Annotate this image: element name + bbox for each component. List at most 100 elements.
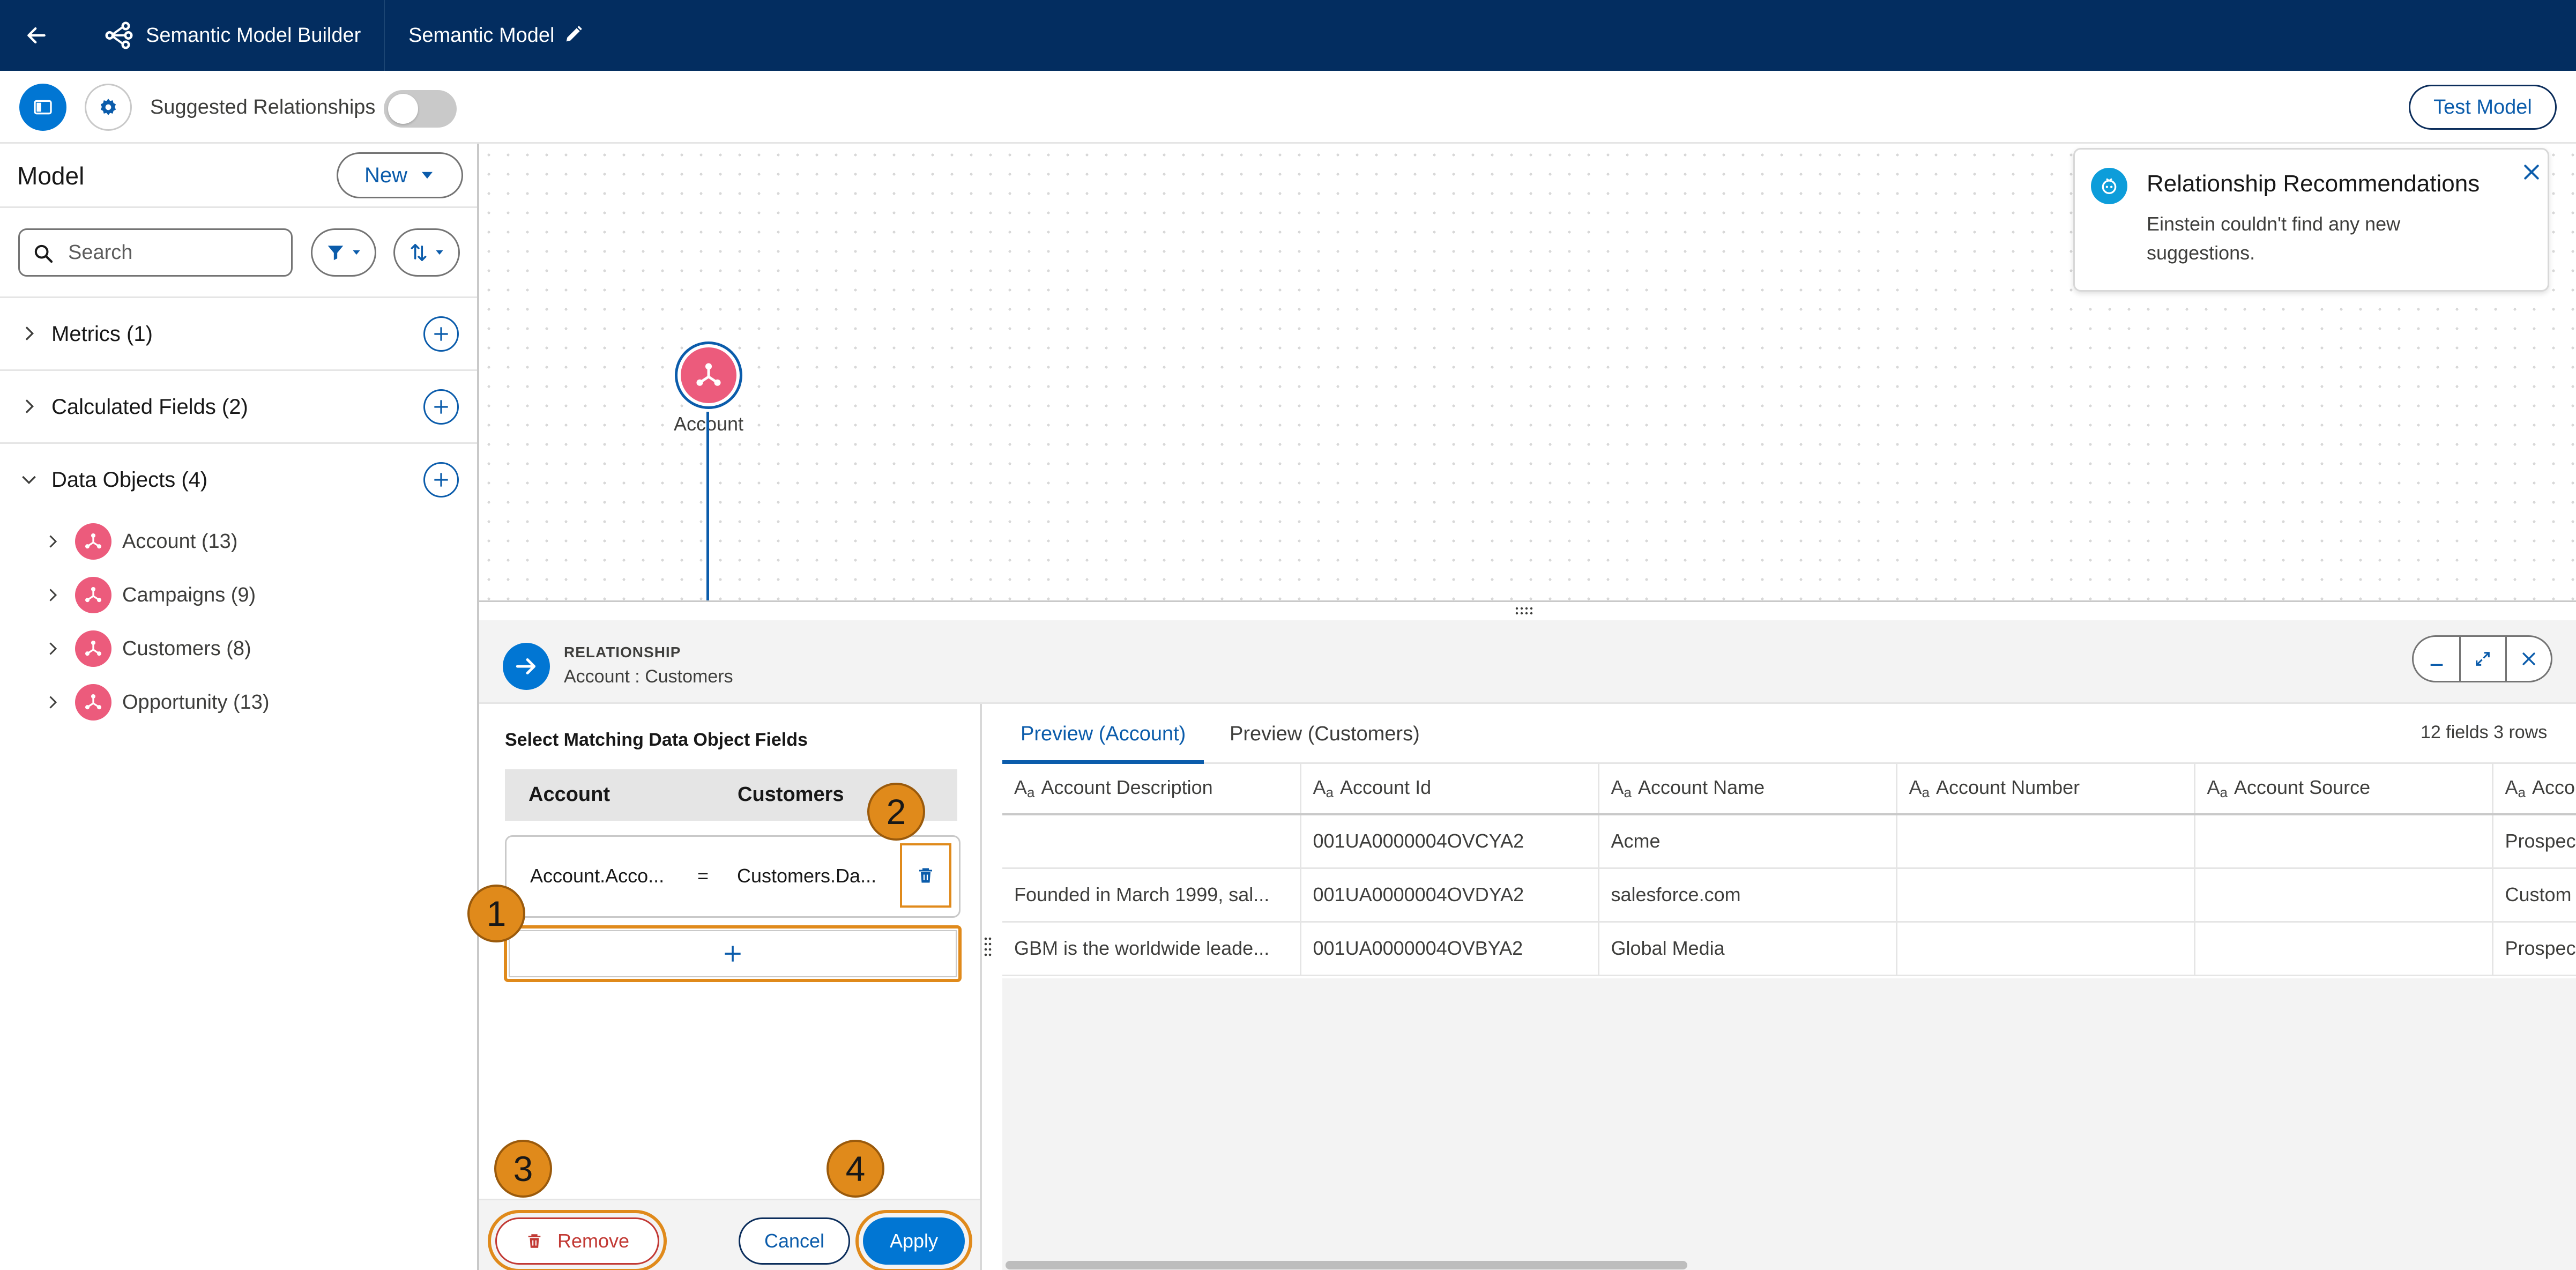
semantic-model-icon — [103, 19, 135, 51]
scrollbar-thumb[interactable] — [1006, 1261, 1687, 1269]
add-mapping-button[interactable] — [504, 925, 962, 982]
left-field[interactable]: Account.Acco... — [530, 865, 664, 887]
relationship-header: RELATIONSHIP Account : Customers — [479, 620, 2576, 704]
search-icon — [34, 244, 53, 263]
step-callout-2: 2 — [867, 783, 925, 841]
horizontal-scrollbar[interactable] — [1006, 1259, 2571, 1270]
model-title: Semantic Model — [408, 24, 555, 47]
pane-resize-handle[interactable] — [983, 934, 993, 958]
add-data-object-button[interactable] — [423, 462, 459, 497]
section-label: Metrics (1) — [51, 322, 153, 346]
table-cell: Acme — [1598, 814, 1897, 869]
column-header[interactable]: Aa Account Description — [1002, 764, 1301, 815]
table-cell — [1896, 868, 2195, 923]
relationship-kicker: RELATIONSHIP — [564, 644, 681, 660]
chevron-right-icon — [25, 326, 34, 340]
plus-icon — [725, 946, 741, 962]
column-header[interactable]: Aa Account Number — [1896, 764, 2195, 815]
text-type-icon: Aa — [1909, 776, 1930, 800]
toast-message: Einstein couldn't find any new suggestio… — [2147, 213, 2401, 264]
chevron-right-icon — [49, 535, 57, 548]
filter-button[interactable] — [311, 228, 376, 277]
data-object-icon — [75, 577, 111, 613]
table-cell: Global Media — [1598, 922, 1897, 976]
field-mapping-row[interactable]: Account.Acco... = Customers.Da... — [505, 835, 961, 918]
tab-preview-account[interactable]: Preview (Account) — [1002, 704, 1204, 764]
minimize-button[interactable] — [2414, 637, 2459, 681]
panel-toggle-button[interactable] — [19, 84, 66, 131]
data-object-account[interactable]: Account (13) — [38, 520, 466, 563]
data-object-label: Customers (8) — [122, 637, 251, 660]
section-metrics[interactable]: Metrics (1) — [0, 296, 477, 369]
app-title: Semantic Model Builder — [146, 24, 361, 47]
data-object-customers[interactable]: Customers (8) — [38, 627, 466, 670]
close-icon — [2522, 652, 2535, 665]
data-object-label: Opportunity (13) — [122, 691, 270, 714]
close-icon[interactable] — [2521, 161, 2542, 183]
remove-label: Remove — [557, 1230, 630, 1252]
canvas-node-account[interactable] — [677, 344, 740, 406]
trash-icon — [919, 868, 932, 883]
column-header[interactable]: Aa Account Id — [1300, 764, 1599, 815]
relationship-panel: RELATIONSHIP Account : Customers Select … — [479, 600, 2576, 1270]
new-button[interactable]: New — [337, 152, 463, 198]
caret-down-icon — [353, 250, 360, 255]
text-type-icon: Aa — [1611, 776, 1632, 800]
chevron-down-icon — [22, 476, 36, 485]
table-cell: Founded in March 1999, sal... — [1002, 868, 1301, 923]
section-calculated-fields[interactable]: Calculated Fields (2) — [0, 369, 477, 442]
suggested-relationships-toggle[interactable] — [384, 90, 457, 128]
preview-grid: Aa Account Description Aa Account Id Aa Acc… — [1002, 764, 2576, 978]
table-header-row: Aa Account Description Aa Account Id Aa Acc… — [1002, 764, 2576, 815]
data-object-icon — [75, 684, 111, 721]
new-button-label: New — [364, 163, 408, 187]
data-object-campaigns[interactable]: Campaigns (9) — [38, 574, 466, 617]
drag-handle-icon[interactable] — [1514, 606, 1535, 617]
sidebar-header: Model New — [0, 144, 477, 208]
delete-mapping-button[interactable] — [900, 843, 951, 908]
relationship-line[interactable] — [706, 412, 709, 600]
cancel-button[interactable]: Cancel — [739, 1217, 850, 1265]
apply-button[interactable]: Apply — [863, 1217, 965, 1265]
panel-left-icon — [34, 100, 52, 115]
test-model-button[interactable]: Test Model — [2409, 85, 2557, 130]
arrow-right-icon — [503, 643, 550, 690]
column-header[interactable]: AaAcco... — [2492, 764, 2576, 815]
column-header[interactable]: Aa Account Source — [2194, 764, 2493, 815]
text-type-icon: Aa — [1014, 776, 1035, 800]
fields-title: Select Matching Data Object Fields — [505, 730, 808, 750]
back-arrow-icon[interactable] — [20, 19, 53, 51]
table-row: 001UA0000004OVCYA2 Acme Prospec — [1002, 814, 2576, 869]
table-cell: 001UA0000004OVCYA2 — [1300, 814, 1599, 869]
sidebar-title: Model — [17, 162, 85, 190]
table-cell: GBM is the worldwide leade... — [1002, 922, 1301, 976]
sidebar-search[interactable] — [18, 228, 293, 277]
preview-pane: Preview (Account) Preview (Customers) 12… — [1002, 704, 2576, 1270]
column-header[interactable]: Aa Account Name — [1598, 764, 1897, 815]
search-input[interactable] — [68, 236, 282, 269]
data-object-label: Account (13) — [122, 530, 238, 553]
toast-title: Relationship Recommendations — [2147, 170, 2480, 197]
table-cell — [2194, 922, 2493, 976]
tab-preview-customers[interactable]: Preview (Customers) — [1230, 704, 1420, 764]
expand-button[interactable] — [2459, 637, 2505, 681]
toggle-knob — [388, 94, 418, 124]
section-data-objects[interactable]: Data Objects (4) — [0, 442, 477, 515]
right-field[interactable]: Customers.Da... — [737, 865, 876, 887]
gear-icon — [100, 99, 116, 115]
add-calculated-field-button[interactable] — [423, 389, 459, 425]
table-cell: 001UA0000004OVBYA2 — [1300, 922, 1599, 976]
settings-button[interactable] — [85, 84, 132, 131]
close-panel-button[interactable] — [2505, 637, 2551, 681]
section-label: Calculated Fields (2) — [51, 395, 248, 419]
sort-button[interactable] — [393, 228, 460, 277]
remove-button[interactable]: Remove — [495, 1217, 659, 1265]
add-metric-button[interactable] — [423, 316, 459, 352]
pencil-icon[interactable] — [563, 24, 586, 47]
plus-icon — [434, 473, 448, 487]
sort-icon — [411, 244, 427, 261]
chevron-right-icon — [49, 589, 57, 601]
data-object-opportunity[interactable]: Opportunity (13) — [38, 681, 466, 724]
relationship-footer: Remove Cancel Apply — [479, 1199, 980, 1270]
table-cell — [2194, 814, 2493, 869]
